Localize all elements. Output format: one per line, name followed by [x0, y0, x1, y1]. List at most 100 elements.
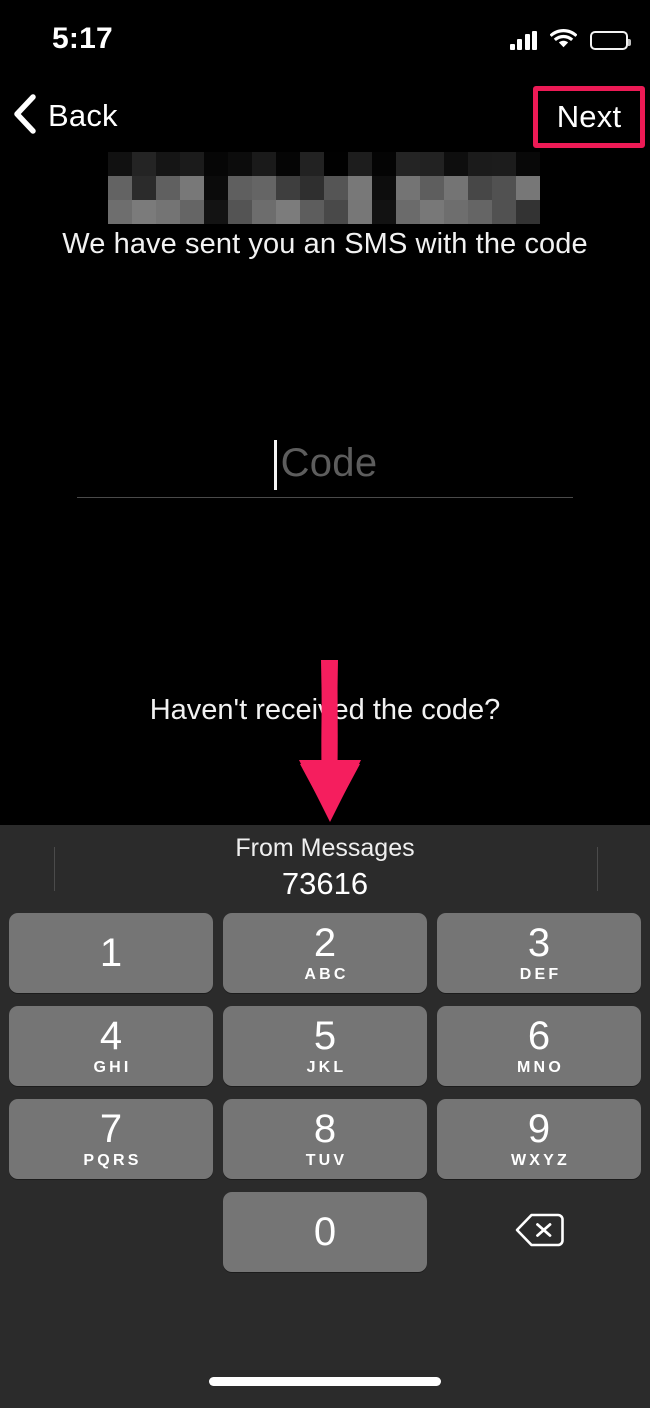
key-6[interactable]: 6 MNO [437, 1006, 641, 1086]
key-letters: GHI [93, 1058, 132, 1076]
redaction-block [420, 152, 444, 176]
suggestion-source-label: From Messages [235, 834, 415, 862]
redaction-block [468, 176, 492, 200]
redaction-block [348, 200, 372, 224]
redaction-block [300, 176, 324, 200]
back-button[interactable]: Back [12, 84, 118, 148]
redaction-block [396, 176, 420, 200]
redaction-block [444, 176, 468, 200]
next-label: Next [556, 99, 622, 134]
home-indicator [209, 1377, 441, 1386]
key-digit: 2 [313, 920, 337, 965]
redaction-block [108, 176, 132, 200]
key-2[interactable]: 2 ABC [223, 913, 427, 993]
key-digit: 7 [99, 1106, 123, 1151]
redaction-block [180, 176, 204, 200]
keypad-row: 4 GHI 5 JKL 6 MNO [0, 1006, 650, 1099]
key-3[interactable]: 3 DEF [437, 913, 641, 993]
backspace-icon [514, 1211, 564, 1254]
key-7[interactable]: 7 PQRS [9, 1099, 213, 1179]
key-8[interactable]: 8 TUV [223, 1099, 427, 1179]
redaction-block [420, 176, 444, 200]
redaction-block [300, 200, 324, 224]
redaction-block [204, 176, 228, 200]
keypad-row: 7 PQRS 8 TUV 9 WXYZ [0, 1099, 650, 1192]
suggestion-bar[interactable]: From Messages 73616 [0, 825, 650, 910]
redaction-block [300, 152, 324, 176]
redaction-block [276, 200, 300, 224]
key-digit: 1 [99, 931, 123, 975]
redaction-block [324, 200, 348, 224]
redaction-block [516, 152, 540, 176]
key-letters: JKL [306, 1058, 347, 1076]
key-digit: 6 [527, 1013, 551, 1058]
redaction-block [252, 152, 276, 176]
battery-icon [590, 31, 631, 50]
redaction-block [492, 200, 516, 224]
redaction-block [348, 176, 372, 200]
redaction-block [156, 176, 180, 200]
key-digit: 9 [527, 1106, 551, 1151]
keypad: 1 2 ABC 3 DEF 4 GHI 5 JKL 6 MNO 7 PQRS 8… [0, 913, 650, 1285]
subtitle-text: We have sent you an SMS with the code [62, 228, 588, 260]
status-time: 5:17 [52, 22, 113, 55]
redaction-block [396, 152, 420, 176]
code-input[interactable]: Code [77, 430, 573, 498]
suggestion-code-value[interactable]: 73616 [0, 865, 650, 903]
redaction-block [252, 176, 276, 200]
key-9[interactable]: 9 WXYZ [437, 1099, 641, 1179]
redaction-block [324, 176, 348, 200]
redaction-block [444, 152, 468, 176]
backspace-key[interactable] [437, 1192, 641, 1272]
key-letters: ABC [304, 965, 349, 983]
status-bar: 5:17 [0, 0, 650, 78]
phone-screen: 5:17 Back Next We have sent you an SMS w… [0, 0, 650, 1408]
redaction-block [132, 200, 156, 224]
key-0[interactable]: 0 [223, 1192, 427, 1272]
redaction-block [492, 152, 516, 176]
redaction-block [492, 176, 516, 200]
key-digit: 8 [313, 1106, 337, 1151]
suggestion-content[interactable]: From Messages 73616 [0, 831, 650, 903]
redaction-block [156, 152, 180, 176]
redaction-block [372, 176, 396, 200]
navigation-bar: Back Next [0, 84, 650, 148]
redaction-block [420, 200, 444, 224]
key-letters: PQRS [83, 1151, 142, 1169]
resend-code-link[interactable]: Haven't received the code? [0, 694, 650, 727]
redaction-block [228, 200, 252, 224]
redaction-block [516, 200, 540, 224]
status-icons [509, 28, 631, 53]
redaction-block [132, 152, 156, 176]
key-digit: 0 [313, 1210, 337, 1254]
chevron-left-icon [12, 93, 38, 140]
text-caret [274, 440, 277, 490]
redaction-block [516, 176, 540, 200]
redaction-block [180, 152, 204, 176]
redaction-block [132, 176, 156, 200]
code-input-placeholder: Code [280, 441, 378, 485]
keypad-row: 0 [0, 1192, 650, 1285]
redaction-block [468, 152, 492, 176]
key-5[interactable]: 5 JKL [223, 1006, 427, 1086]
key-digit: 3 [527, 920, 551, 965]
next-button[interactable]: Next [533, 86, 645, 148]
redaction-block [156, 200, 180, 224]
cellular-signal-icon [509, 31, 537, 50]
key-4[interactable]: 4 GHI [9, 1006, 213, 1086]
keypad-row: 1 2 ABC 3 DEF [0, 913, 650, 1006]
redaction-block [468, 200, 492, 224]
back-label: Back [48, 98, 118, 133]
key-digit: 4 [99, 1013, 123, 1058]
redaction-block [324, 152, 348, 176]
key-letters: WXYZ [510, 1151, 571, 1169]
redacted-title [108, 152, 540, 224]
redaction-block [276, 152, 300, 176]
key-1[interactable]: 1 [9, 913, 213, 993]
code-input-container: Code [77, 430, 573, 502]
key-letters: MNO [517, 1058, 564, 1076]
redaction-block [204, 152, 228, 176]
redaction-block [276, 176, 300, 200]
redaction-block [444, 200, 468, 224]
redaction-block [180, 200, 204, 224]
